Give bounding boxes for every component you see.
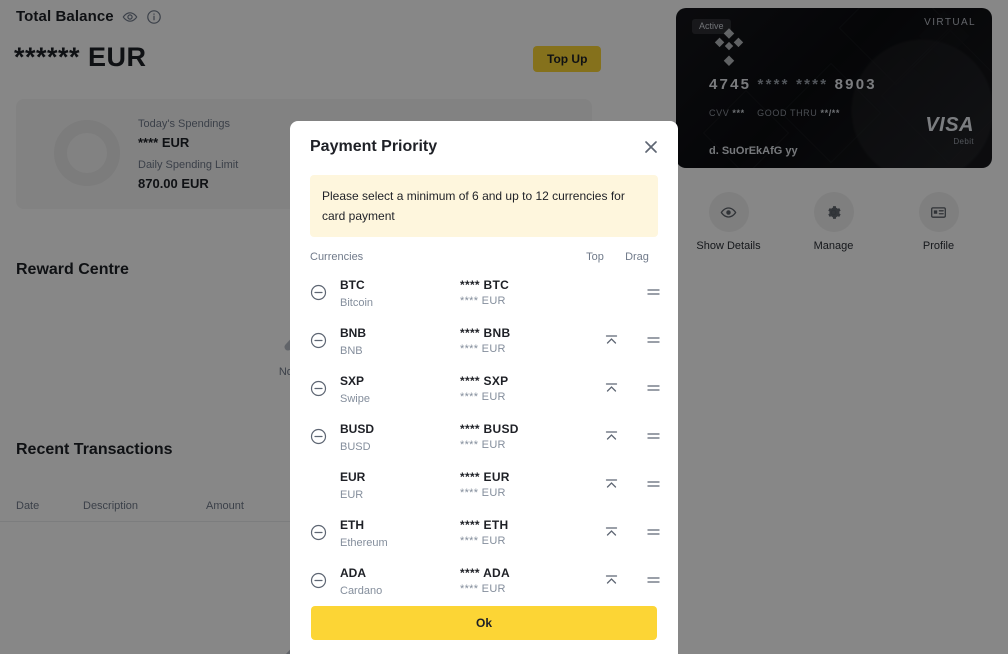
currency-fiat: **** EUR [460, 294, 506, 307]
drag-handle-icon[interactable] [632, 476, 674, 493]
drag-handle-icon[interactable] [632, 524, 674, 541]
currency-name: Bitcoin [340, 296, 374, 309]
currency-name: Ethereum [340, 536, 388, 549]
move-to-top-icon [590, 284, 632, 301]
currency-row[interactable]: ADA Cardano **** ADA **** EUR [310, 556, 674, 594]
currency-name: Cardano [340, 584, 383, 595]
modal-footer: Ok [290, 594, 678, 654]
ok-button[interactable]: Ok [311, 606, 657, 640]
currency-amount: **** ADA [460, 565, 510, 580]
currency-amount: **** BTC [460, 277, 510, 292]
currency-identity: ETH Ethereum [340, 516, 460, 549]
modal-column-headers: Currencies Top Drag [310, 251, 658, 263]
currency-values: **** SXP **** EUR [460, 374, 590, 403]
currency-fiat: **** EUR [460, 342, 506, 355]
currency-identity: BNB BNB [340, 324, 460, 357]
drag-handle-icon[interactable] [632, 380, 674, 397]
move-to-top-icon[interactable] [590, 572, 632, 589]
currency-code: SXP [340, 373, 365, 388]
currency-code: BUSD [340, 421, 375, 436]
currency-values: **** BUSD **** EUR [460, 422, 590, 451]
currency-name: Swipe [340, 392, 370, 405]
column-drag: Drag [625, 251, 649, 263]
move-to-top-icon[interactable] [590, 524, 632, 541]
remove-minus-icon[interactable] [310, 428, 340, 445]
currency-row[interactable]: BNB BNB **** BNB **** EUR [310, 316, 674, 364]
remove-minus-icon[interactable] [310, 524, 340, 541]
modal-header: Payment Priority [290, 121, 678, 156]
currency-fiat: **** EUR [460, 486, 506, 499]
currency-amount: **** SXP [460, 373, 509, 388]
move-to-top-icon[interactable] [590, 428, 632, 445]
payment-priority-modal: Payment Priority Please select a minimum… [290, 121, 678, 654]
currency-fiat: **** EUR [460, 438, 506, 451]
drag-handle-icon[interactable] [632, 332, 674, 349]
currency-values: **** BNB **** EUR [460, 326, 590, 355]
currency-row[interactable]: BTC Bitcoin **** BTC **** EUR [310, 268, 674, 316]
close-icon[interactable] [641, 137, 661, 157]
currency-row[interactable]: SXP Swipe **** SXP **** EUR [310, 364, 674, 412]
currency-amount: **** BUSD [460, 421, 519, 436]
move-to-top-icon[interactable] [590, 476, 632, 493]
currency-row[interactable]: BUSD BUSD **** BUSD **** EUR [310, 412, 674, 460]
currency-amount: **** BNB [460, 325, 511, 340]
currency-row[interactable]: ETH Ethereum **** ETH **** EUR [310, 508, 674, 556]
currency-identity: SXP Swipe [340, 372, 460, 405]
remove-minus-icon[interactable] [310, 332, 340, 349]
drag-handle-icon[interactable] [632, 284, 674, 301]
currency-fiat: **** EUR [460, 582, 506, 595]
currency-values: **** BTC **** EUR [460, 278, 590, 307]
currency-values: **** ADA **** EUR [460, 566, 590, 595]
currency-name: BUSD [340, 440, 371, 453]
app-root: Total Balance ****** EUR Top Up Today's … [0, 0, 1008, 654]
move-to-top-icon[interactable] [590, 332, 632, 349]
currency-values: **** ETH **** EUR [460, 518, 590, 547]
drag-handle-icon[interactable] [632, 572, 674, 589]
currency-row[interactable]: EUR EUR **** EUR **** EUR [310, 460, 674, 508]
currency-code: EUR [340, 469, 366, 484]
currency-fiat: **** EUR [460, 534, 506, 547]
currency-identity: BUSD BUSD [340, 420, 460, 453]
currency-identity: ADA Cardano [340, 564, 460, 595]
column-currencies: Currencies [310, 251, 364, 263]
currency-name: BNB [340, 344, 363, 357]
modal-notice: Please select a minimum of 6 and up to 1… [310, 175, 658, 237]
currency-code: BNB [340, 325, 366, 340]
modal-title: Payment Priority [310, 138, 438, 155]
currency-code: BTC [340, 277, 365, 292]
currency-name: EUR [340, 488, 364, 501]
remove-minus-icon[interactable] [310, 284, 340, 301]
currency-fiat: **** EUR [460, 390, 506, 403]
column-top: Top [586, 251, 604, 263]
remove-minus-icon[interactable] [310, 380, 340, 397]
currency-identity: BTC Bitcoin [340, 276, 460, 309]
currency-identity: EUR EUR [340, 468, 460, 501]
remove-minus-icon[interactable] [310, 572, 340, 589]
currency-amount: **** ETH [460, 517, 509, 532]
currency-values: **** EUR **** EUR [460, 470, 590, 499]
currency-amount: **** EUR [460, 469, 510, 484]
move-to-top-icon[interactable] [590, 380, 632, 397]
currency-code: ADA [340, 565, 366, 580]
currency-list[interactable]: BTC Bitcoin **** BTC **** EUR BNB BNB **… [290, 268, 678, 594]
drag-handle-icon[interactable] [632, 428, 674, 445]
currency-code: ETH [340, 517, 364, 532]
